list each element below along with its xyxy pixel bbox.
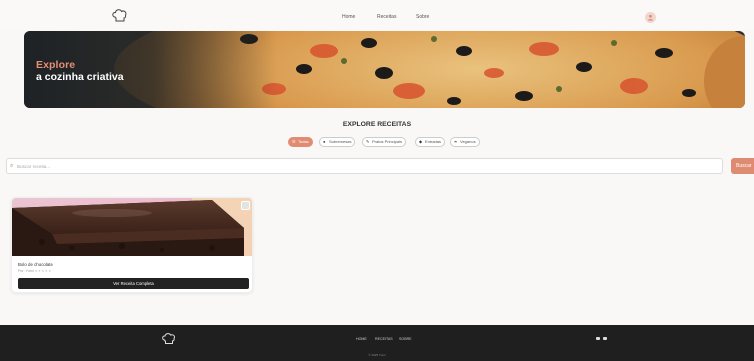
footer-recipes-link[interactable]: RECEITAS xyxy=(375,337,393,341)
nav-recipes-link[interactable]: Receitas xyxy=(377,14,396,20)
recipe-author: Por: Yumi xyxy=(18,269,34,273)
filter-label: Veganos xyxy=(460,139,476,144)
avatar[interactable] xyxy=(645,12,656,23)
filter-veganos[interactable]: ❧ Veganos xyxy=(450,137,480,147)
category-filters: ☰ Todas ● Sobremesas ✎ Pratos Principais… xyxy=(0,137,754,147)
favorite-button[interactable] xyxy=(241,201,250,210)
filter-label: Pratos Principais xyxy=(372,139,403,144)
instagram-icon[interactable] xyxy=(596,337,600,340)
recipe-meta: Por: Yumi ★★★★★ xyxy=(18,269,52,273)
nav-about-link[interactable]: Sobre xyxy=(416,14,429,20)
nav-home-link[interactable]: Home xyxy=(342,14,355,20)
filter-todas[interactable]: ☰ Todas xyxy=(288,137,313,147)
filter-pratos-principais[interactable]: ✎ Pratos Principais xyxy=(362,137,407,147)
cake-icon: ● xyxy=(323,139,326,144)
hero-subtitle: a cozinha criativa xyxy=(36,71,124,83)
filter-label: Todas xyxy=(298,139,309,144)
youtube-icon[interactable] xyxy=(603,337,607,340)
filter-entradas[interactable]: ◆ Entradas xyxy=(415,137,446,147)
list-icon: ☰ xyxy=(292,139,296,144)
recipe-card: Bolo de chocolate Por: Yumi ★★★★★ Ver Re… xyxy=(11,197,253,293)
chef-hat-icon[interactable] xyxy=(112,9,128,23)
search-input[interactable]: ⌕ Buscar receita... xyxy=(6,158,723,174)
hero-title: Explore xyxy=(36,59,76,71)
view-recipe-button[interactable]: Ver Receita Completa xyxy=(18,278,249,289)
copyright: © 2025 Yumi xyxy=(368,353,386,357)
hero-banner: Explore a cozinha criativa xyxy=(24,31,745,108)
footer: HOME RECEITAS SOBRE © 2025 Yumi xyxy=(0,325,754,361)
chef-hat-icon xyxy=(162,333,175,344)
user-icon xyxy=(648,14,653,21)
bowl-icon: ◆ xyxy=(419,139,423,144)
rating-stars: ★★★★★ xyxy=(34,269,52,273)
pizza-banner-image xyxy=(24,31,745,108)
recipe-title: Bolo de chocolate xyxy=(18,262,53,267)
search-icon: ⌕ xyxy=(10,163,14,169)
top-navbar: Home Receitas Sobre xyxy=(0,0,754,30)
section-title: EXPLORE RECEITAS xyxy=(342,121,412,128)
search-placeholder: Buscar receita... xyxy=(17,164,51,169)
recipe-image xyxy=(12,198,252,256)
footer-home-link[interactable]: HOME xyxy=(356,337,367,341)
filter-label: Entradas xyxy=(425,139,442,144)
filter-sobremesas[interactable]: ● Sobremesas xyxy=(319,137,356,147)
leaf-icon: ❧ xyxy=(454,139,458,144)
search-button[interactable]: Buscar xyxy=(731,158,754,174)
footer-about-link[interactable]: SOBRE xyxy=(399,337,412,341)
utensils-icon: ✎ xyxy=(366,139,370,144)
filter-label: Sobremesas xyxy=(329,139,352,144)
